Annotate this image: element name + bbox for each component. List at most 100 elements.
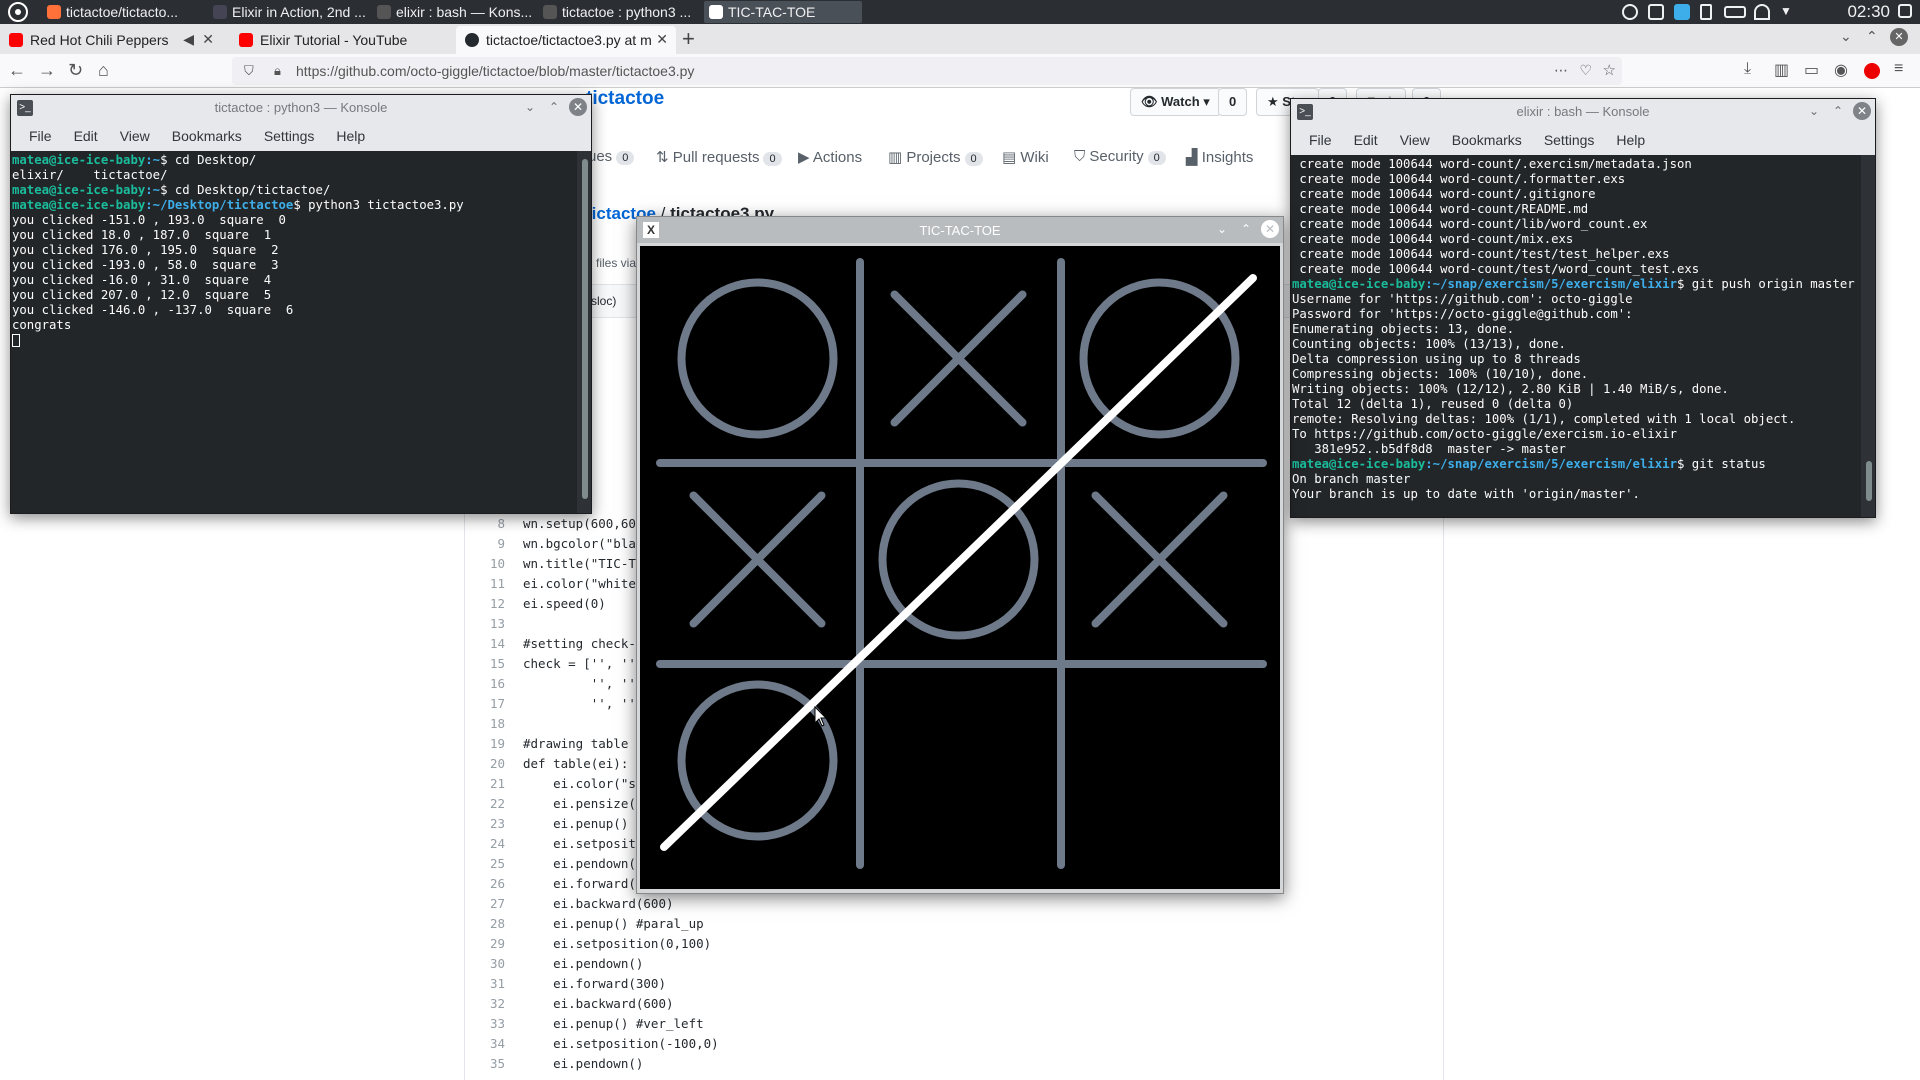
scrollbar[interactable] [577,151,591,513]
menu-item-edit[interactable]: Edit [74,121,98,144]
scrollbar-thumb[interactable] [1866,461,1872,501]
battery-icon[interactable] [1724,6,1746,18]
line-number[interactable]: 11 [465,576,505,591]
line-number[interactable]: 23 [465,816,505,831]
tab-wiki[interactable]: ▤ Wiki [1002,148,1049,166]
watch-count[interactable]: 0 [1218,88,1248,116]
tab-projects[interactable]: ▥ Projects 0 [888,148,983,166]
line-number[interactable]: 10 [465,556,505,571]
menu-item-bookmarks[interactable]: Bookmarks [1452,125,1522,148]
chevron-down-icon[interactable]: ⌄ [1840,28,1852,45]
shield-icon[interactable]: ⛉ [244,63,254,79]
menu-item-help[interactable]: Help [336,121,365,144]
line-number[interactable]: 29 [465,936,505,951]
new-tab-button[interactable]: + [682,26,695,52]
show-desktop-icon[interactable] [1898,4,1912,18]
line-number[interactable]: 26 [465,876,505,891]
tab-insights[interactable]: ▟ Insights [1186,148,1253,166]
line-number[interactable]: 8 [465,516,505,531]
tab-actions[interactable]: ▶ Actions [798,148,862,166]
line-number[interactable]: 14 [465,636,505,651]
window-titlebar[interactable]: X TIC-TAC-TOE ⌄ ⌃ ✕ [637,217,1283,243]
close-window-icon[interactable]: ✕ [1890,28,1908,46]
clipboard-icon[interactable] [1648,4,1664,20]
line-number[interactable]: 25 [465,856,505,871]
menu-item-bookmarks[interactable]: Bookmarks [172,121,242,144]
scrollbar-thumb[interactable] [582,159,588,499]
line-number[interactable]: 9 [465,536,505,551]
tab-pull-requests[interactable]: ⇅ Pull requests 0 [656,148,782,166]
speaker-muted-icon[interactable]: ◀ [183,31,194,48]
adblock-icon[interactable] [1864,63,1880,79]
task-firefox[interactable]: tictactoe/tictacto... [42,1,204,23]
app-launcher-icon[interactable] [8,2,28,22]
menu-item-file[interactable]: File [1309,125,1332,148]
close-tab-icon[interactable]: ✕ [202,31,214,48]
task-tictactoe-game[interactable]: TIC-TAC-TOE [704,1,862,23]
line-number[interactable]: 31 [465,976,505,991]
line-number[interactable]: 30 [465,956,505,971]
line-number[interactable]: 15 [465,656,505,671]
task-elixir-konsole[interactable]: elixir : bash — Kons... [372,1,534,23]
scrollbar[interactable] [1861,155,1875,517]
line-number[interactable]: 19 [465,736,505,751]
line-number[interactable]: 20 [465,756,505,771]
line-number[interactable]: 28 [465,916,505,931]
maximize-icon[interactable]: ⌃ [545,98,563,116]
tab-elixir-tutorial[interactable]: Elixir Tutorial - YouTube [230,26,452,54]
menu-item-help[interactable]: Help [1616,125,1645,148]
menu-item-edit[interactable]: Edit [1354,125,1378,148]
watch-button[interactable]: 👁︎ Watch ▾ [1130,88,1221,116]
terminal-output[interactable]: create mode 100644 word-count/.exercism/… [1291,155,1861,517]
display-icon[interactable] [1674,4,1690,20]
line-number[interactable]: 35 [465,1056,505,1071]
game-board[interactable] [640,246,1280,889]
more-actions-icon[interactable]: ⋯ [1554,62,1568,79]
chevron-down-icon[interactable]: ▼ [1780,4,1796,20]
volume-icon[interactable] [1700,4,1712,20]
minimize-icon[interactable]: ⌄ [521,98,539,116]
account-icon[interactable]: ◉ [1834,60,1848,80]
library-icon[interactable]: ▥ [1774,60,1789,80]
close-icon[interactable]: ✕ [1853,102,1871,120]
menu-item-view[interactable]: View [1400,125,1430,148]
line-number[interactable]: 18 [465,716,505,731]
tab-red-hot-chili-peppers[interactable]: Red Hot Chili Peppers ◀ ✕ [0,26,222,54]
download-icon[interactable]: ⤓ [1744,60,1751,78]
menu-item-view[interactable]: View [120,121,150,144]
maximize-icon[interactable]: ⌃ [1866,28,1878,45]
forward-arrow-icon[interactable]: → [38,60,56,81]
close-icon[interactable]: ✕ [569,98,587,116]
task-elixir-book[interactable]: Elixir in Action, 2nd ... [208,1,368,23]
hamburger-menu-icon[interactable]: ≡ [1894,60,1903,78]
sidebar-icon[interactable]: ▭ [1804,60,1819,80]
back-arrow-icon[interactable]: ← [8,60,26,81]
tab-security[interactable]: ⛉ Security 0 [1074,148,1166,165]
reload-icon[interactable]: ↻ [68,60,83,81]
terminal-output[interactable]: matea@ice-ice-baby:~$ cd Desktop/elixir/… [11,151,577,513]
line-number[interactable]: 12 [465,596,505,611]
bookmark-star-icon[interactable]: ☆ [1603,61,1616,79]
window-titlebar[interactable]: >_ tictactoe : python3 — Konsole ⌄ ⌃ ✕ [11,95,591,121]
line-number[interactable]: 27 [465,896,505,911]
game-canvas[interactable] [640,246,1280,889]
url-bar[interactable]: ⛉ 🔒︎ https://github.com/octo-giggle/tict… [232,57,1622,85]
close-tab-icon[interactable]: ✕ [656,31,668,48]
tab-issues[interactable]: ues 0 [588,148,635,165]
line-number[interactable]: 33 [465,1016,505,1031]
network-manager-icon[interactable] [1622,4,1638,20]
line-number[interactable]: 34 [465,1036,505,1051]
line-number[interactable]: 16 [465,676,505,691]
home-icon[interactable]: ⌂ [98,60,109,81]
lock-icon[interactable]: 🔒︎ [274,63,281,79]
minimize-icon[interactable]: ⌄ [1805,102,1823,120]
wifi-icon[interactable] [1754,4,1770,20]
tab-tictactoe3[interactable]: tictactoe/tictactoe3.py at m ✕ [456,26,676,54]
line-number[interactable]: 32 [465,996,505,1011]
maximize-icon[interactable]: ⌃ [1237,220,1255,238]
window-titlebar[interactable]: >_ elixir : bash — Konsole ⌄ ⌃ ✕ [1291,99,1875,125]
maximize-icon[interactable]: ⌃ [1829,102,1847,120]
pocket-icon[interactable]: ♡ [1579,62,1592,79]
menu-item-file[interactable]: File [29,121,52,144]
line-number[interactable]: 13 [465,616,505,631]
